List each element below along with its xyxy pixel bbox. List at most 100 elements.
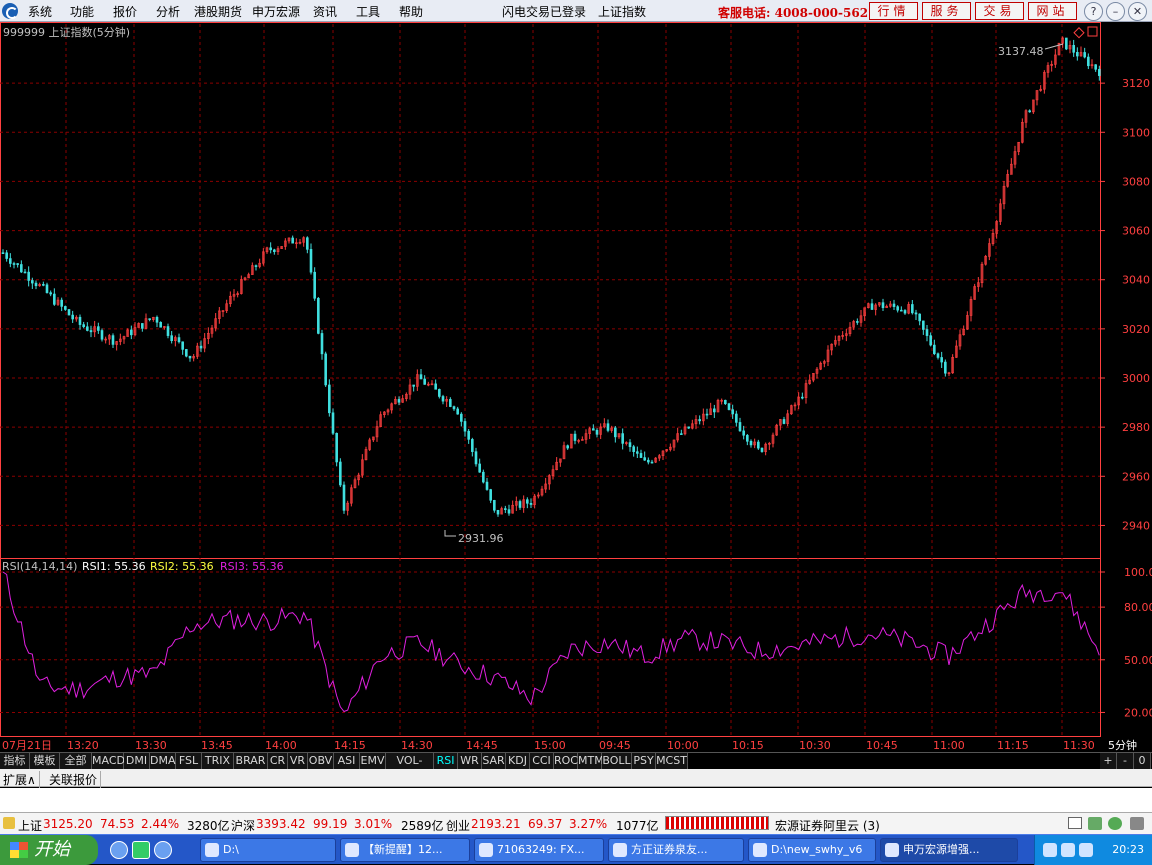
candle-body [412, 384, 415, 387]
indicator-tab-psy[interactable]: PSY [632, 753, 656, 770]
menu-help[interactable]: 帮助 [399, 3, 423, 20]
task-founder-securities[interactable]: 方正证券泉友... [608, 838, 744, 862]
candle-body [306, 237, 309, 250]
candle-body [738, 422, 742, 432]
candle-body [705, 413, 709, 416]
chart-restore-icon[interactable] [1087, 26, 1098, 37]
indicator-tab-mcst[interactable]: MCST [656, 753, 688, 770]
indicator-tab-obv[interactable]: OBV [308, 753, 334, 770]
app-logo-icon[interactable] [2, 3, 18, 19]
candle-body [1098, 69, 1101, 76]
indicator-tab-指标[interactable]: 指标 [0, 753, 30, 770]
menu-quote[interactable]: 报价 [113, 3, 137, 20]
candle-body [423, 378, 426, 385]
indicator-tab-cr[interactable]: CR [268, 753, 288, 770]
related-quote-button[interactable]: 关联报价 [46, 771, 102, 788]
menu-analysis[interactable]: 分析 [156, 3, 180, 20]
task-explorer-swhy[interactable]: D:\new_swhy_v6 [748, 838, 876, 862]
candle-body [632, 446, 635, 452]
kline-chart[interactable]: 07月21日 13:20 13:30 13:45 14:00 14:15 14:30 14:4… [0, 22, 1152, 752]
status-bar: 上证 3125.20 74.53 2.44% 3280亿 沪深 3393.42 … [0, 812, 1152, 834]
indicator-tab-vr[interactable]: VR [288, 753, 308, 770]
server-name[interactable]: 宏源证券阿里云 (3) [775, 817, 880, 834]
indicator-tab-brar[interactable]: BRAR [234, 753, 268, 770]
candle-body [342, 484, 346, 511]
candle-body [460, 413, 463, 422]
desktop-icon[interactable] [132, 841, 150, 859]
chart-grid [0, 22, 1101, 737]
quote-button[interactable]: 行情 [869, 2, 918, 20]
task-chat[interactable]: 71063249: FX... [474, 838, 604, 862]
candle-body [148, 318, 151, 320]
candle-body [566, 445, 569, 449]
menu-tools[interactable]: 工具 [356, 3, 380, 20]
indicator-tab-sar[interactable]: SAR [482, 753, 506, 770]
indicator-tab-rsi[interactable]: RSI [434, 753, 458, 770]
zoom-control-1[interactable]: - [1117, 753, 1134, 770]
minimize-icon[interactable]: – [1106, 2, 1125, 21]
task-explorer-d[interactable]: D:\ [200, 838, 336, 862]
help-icon[interactable]: ? [1084, 2, 1103, 21]
period-label: 5分钟 [1108, 738, 1137, 752]
price-tick-label: 2980 [1122, 421, 1150, 434]
menu-news[interactable]: 资讯 [313, 3, 337, 20]
candle-body [614, 427, 617, 438]
close-icon[interactable]: ✕ [1128, 2, 1147, 21]
task-new-reminder[interactable]: 【新提醒】12... [340, 838, 470, 862]
tray-shield-icon[interactable] [1079, 843, 1093, 857]
layout-icon[interactable] [1068, 817, 1082, 829]
indicator-tab-trix[interactable]: TRIX [202, 753, 234, 770]
website-button[interactable]: 网站 [1028, 2, 1077, 20]
windows-flag-icon [10, 842, 28, 858]
menu-function[interactable]: 功能 [70, 3, 94, 20]
menu-system[interactable]: 系统 [28, 3, 52, 20]
service-button[interactable]: 服务 [922, 2, 971, 20]
price-tick-label: 3060 [1122, 225, 1150, 238]
tray-network-icon[interactable] [1061, 843, 1075, 857]
indicator-tab-vol-tdx[interactable]: VOL-TDX [386, 753, 434, 783]
ie-alt-icon[interactable] [154, 841, 172, 859]
candle-body [331, 412, 335, 434]
time-axis-label: 14:45 [466, 739, 498, 752]
indicator-tab-fsl[interactable]: FSL [176, 753, 202, 770]
candle-body [606, 423, 610, 431]
start-button[interactable]: 开始 [0, 835, 98, 865]
price-tick-label: 3040 [1122, 274, 1150, 287]
lock-icon[interactable] [1130, 817, 1144, 830]
indicator-tab-emv[interactable]: EMV [360, 753, 386, 770]
indicator-tab-dma[interactable]: DMA [150, 753, 176, 770]
indicator-tab-全部[interactable]: 全部 [60, 753, 92, 770]
candle-body [78, 316, 82, 325]
rsi2-value: RSI2: 55.36 [150, 560, 214, 573]
candle-body [42, 284, 45, 286]
expand-button[interactable]: 扩展∧ [0, 771, 40, 788]
time-axis-label: 14:00 [265, 739, 297, 752]
task-swhy-app[interactable]: 申万宏源增强... [880, 838, 1018, 862]
indicator-tab-cci[interactable]: CCI [530, 753, 554, 770]
candle-body [742, 430, 745, 436]
zoom-control-0[interactable]: + [1100, 753, 1117, 770]
indicator-tab-模板[interactable]: 模板 [30, 753, 60, 770]
indicator-tab-wr[interactable]: WR [458, 753, 482, 770]
tray-monitor-icon[interactable] [1043, 843, 1057, 857]
candle-body [53, 293, 56, 305]
indicator-tab-boll[interactable]: BOLL [602, 753, 632, 770]
hs-change: 99.19 [313, 817, 348, 831]
chart-panel[interactable]: 07月21日 13:20 13:30 13:45 14:00 14:15 14:30 14:4… [0, 22, 1152, 752]
trade-button[interactable]: 交易 [975, 2, 1024, 20]
indicator-tab-asi[interactable]: ASI [334, 753, 360, 770]
candle-body [320, 333, 324, 355]
indicator-tab-kdj[interactable]: KDJ [506, 753, 530, 770]
zoom-control-2[interactable]: 0 [1134, 753, 1151, 770]
chart-mode-icon[interactable] [1073, 27, 1085, 39]
status-arrow-icon[interactable] [3, 817, 15, 829]
menu-hk-futures[interactable]: 港股期货 [194, 3, 242, 20]
candle-body [467, 430, 470, 440]
candle-body [188, 355, 192, 359]
indicator-tab-mtm[interactable]: MTM [578, 753, 604, 770]
menu-swhy[interactable]: 申万宏源 [252, 3, 300, 20]
indicator-tab-dmi[interactable]: DMI [124, 753, 150, 770]
indicator-tab-roc[interactable]: ROC [554, 753, 578, 770]
indicator-tab-macd[interactable]: MACD [92, 753, 125, 770]
ie-icon[interactable] [110, 841, 128, 859]
